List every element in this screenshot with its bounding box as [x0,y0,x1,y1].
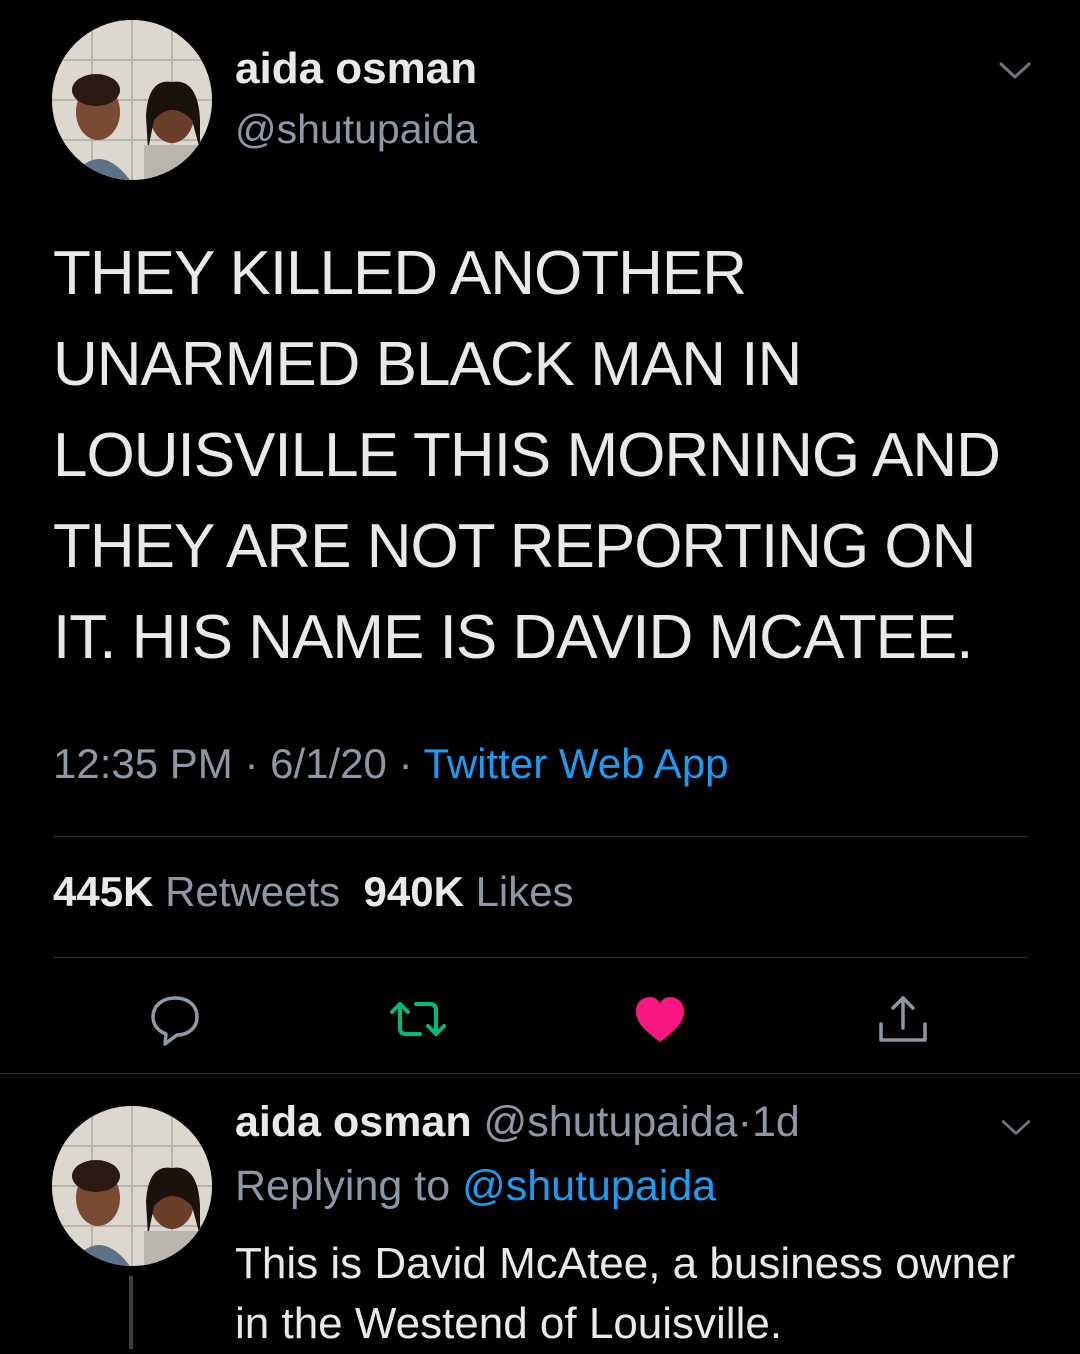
tweet-time: 12:35 PM [53,740,233,787]
replying-handle-link[interactable]: @shutupaida [462,1162,716,1210]
reply-header: aida osman @shutupaida·1d [235,1098,800,1147]
retweet-icon [390,1002,446,1036]
share-button[interactable] [873,990,933,1050]
reply-author-avatar[interactable] [52,1106,212,1266]
reply-author-name[interactable]: aida osman [235,1098,472,1146]
meta-separator: · [737,1098,752,1146]
retweet-button[interactable] [388,990,448,1050]
likes-stat[interactable]: 940K Likes [364,868,574,915]
likes-label: Likes [475,868,574,915]
reply-button[interactable] [145,990,205,1050]
tweet-stats: 445K Retweets 940K Likes [53,868,574,916]
reply-author-handle[interactable]: @shutupaida [484,1098,738,1146]
avatar-image [52,1106,212,1266]
reply-text: This is David McAtee, a business owner i… [235,1239,1016,1348]
author-handle[interactable]: @shutupaida [235,106,477,153]
replying-label: Replying to [235,1162,451,1210]
author-avatar[interactable] [52,20,212,180]
tweet-source-link[interactable]: Twitter Web App [424,740,729,787]
reply-age[interactable]: 1d [752,1098,800,1146]
likes-count: 940K [363,868,464,915]
divider [53,957,1028,958]
meta-separator: · [244,740,259,787]
share-icon [879,996,927,1042]
retweets-label: Retweets [165,868,341,915]
author-name[interactable]: aida osman [235,44,477,94]
tweet-text: THEY KILLED ANOTHER UNARMED BLACK MAN IN… [53,239,1001,672]
reply-icon [151,996,199,1046]
meta-separator: · [398,740,413,787]
retweets-stat[interactable]: 445K Retweets [53,868,340,915]
divider [53,836,1028,837]
thread-line [129,1276,133,1349]
tweet-meta: 12:35 PM · 6/1/20 · Twitter Web App [53,740,729,788]
chevron-down-icon[interactable] [1000,1116,1032,1138]
tweet-date: 6/1/20 [270,740,387,787]
divider [0,1073,1080,1074]
avatar-image [52,20,212,180]
heart-icon [636,997,684,1042]
like-button[interactable] [630,990,690,1050]
retweets-count: 445K [53,868,154,915]
replying-to: Replying to @shutupaida [235,1162,716,1211]
chevron-down-icon[interactable] [998,58,1032,82]
